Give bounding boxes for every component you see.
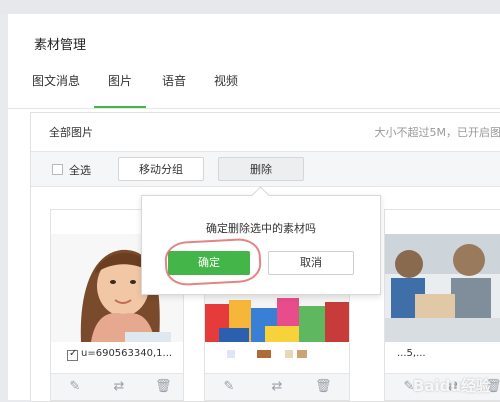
confirm-message: 确定删除选中的素材吗: [142, 220, 380, 236]
panel-title: 全部图片: [49, 124, 93, 140]
image-actions: ✎ ⇄ 🗑: [51, 373, 183, 400]
check-icon: ✓: [69, 348, 77, 359]
image-actions: ✎ ⇄ 🗑: [205, 373, 349, 400]
delete-confirm-popover: 确定删除选中的素材吗 确定 取消: [141, 195, 381, 295]
page-title: 素材管理: [34, 34, 86, 53]
confirm-button[interactable]: 确定: [168, 251, 250, 275]
image-card[interactable]: ...5,... ✎ ⇄ 🗑 Baidu经验: [384, 209, 500, 401]
tab-bar: 图文消息 图片 语音 视频: [8, 68, 500, 109]
move-icon[interactable]: ⇄: [111, 379, 127, 395]
move-icon[interactable]: ⇄: [269, 379, 285, 395]
image-thumbnail[interactable]: [385, 234, 500, 342]
delete-button[interactable]: 删除: [218, 157, 304, 181]
tab-images[interactable]: 图片: [94, 68, 146, 108]
cancel-button[interactable]: 取消: [268, 251, 354, 275]
move-group-button[interactable]: 移动分组: [118, 157, 204, 181]
tab-video[interactable]: 视频: [214, 68, 238, 106]
image-filename: ...5,...: [397, 348, 426, 359]
trash-icon[interactable]: 🗑: [155, 379, 171, 395]
image-checkbox[interactable]: ✓: [67, 350, 78, 361]
watermark: Baidu经验: [413, 375, 491, 396]
edit-icon[interactable]: ✎: [67, 379, 83, 395]
blurred-filename: [227, 350, 317, 358]
top-strip: [0, 0, 500, 14]
people-photo: [385, 234, 500, 342]
select-all-label: 全选: [69, 162, 91, 178]
trash-icon[interactable]: 🗑: [315, 379, 331, 395]
tab-news[interactable]: 图文消息: [32, 68, 80, 106]
toolbar: 全选 移动分组 删除: [31, 152, 500, 187]
tab-voice[interactable]: 语音: [162, 68, 186, 106]
size-hint: 大小不超过5M，已开启图: [375, 124, 500, 140]
image-filename: u=690563340,1...: [81, 348, 172, 359]
panel-header: 全部图片 大小不超过5M，已开启图: [31, 113, 500, 152]
select-all-checkbox[interactable]: [52, 164, 63, 175]
edit-icon[interactable]: ✎: [221, 379, 237, 395]
